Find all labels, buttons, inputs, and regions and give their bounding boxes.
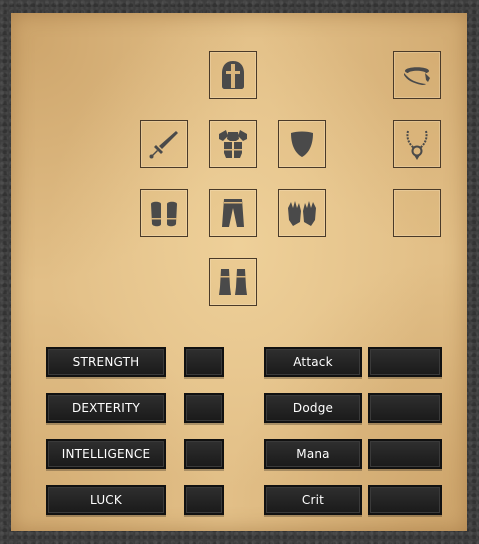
dexterity-label: DEXTERITY — [46, 393, 166, 423]
attack-value — [368, 347, 442, 377]
amulet-icon — [406, 130, 428, 160]
boots-icon — [219, 269, 247, 295]
chest-armor-icon — [219, 130, 247, 158]
helmet-icon — [222, 61, 244, 89]
crit-value — [368, 485, 442, 515]
empty-slot[interactable] — [393, 189, 441, 237]
gloves-slot[interactable] — [278, 189, 326, 237]
strength-value — [184, 347, 224, 377]
armor-slot[interactable] — [209, 120, 257, 168]
bracers-slot[interactable] — [140, 189, 188, 237]
pants-slot[interactable] — [209, 189, 257, 237]
dodge-value — [368, 393, 442, 423]
mana-label: Mana — [264, 439, 362, 469]
mana-value — [368, 439, 442, 469]
shield-icon — [291, 131, 313, 157]
crit-label: Crit — [264, 485, 362, 515]
bracers-icon — [151, 201, 177, 227]
helmet-slot[interactable] — [209, 51, 257, 99]
attack-label: Attack — [264, 347, 362, 377]
strength-label: STRENGTH — [46, 347, 166, 377]
necklace-slot[interactable] — [393, 120, 441, 168]
ring-slot[interactable] — [393, 51, 441, 99]
weapon-slot[interactable] — [140, 120, 188, 168]
pants-icon — [222, 199, 244, 227]
dodge-label: Dodge — [264, 393, 362, 423]
luck-label: LUCK — [46, 485, 166, 515]
dexterity-value — [184, 393, 224, 423]
luck-value — [184, 485, 224, 515]
shield-slot[interactable] — [278, 120, 326, 168]
ring-icon — [404, 67, 430, 85]
sword-icon — [149, 131, 178, 159]
boots-slot[interactable] — [209, 258, 257, 306]
gloves-icon — [288, 201, 316, 226]
intelligence-label: INTELLIGENCE — [46, 439, 166, 469]
intelligence-value — [184, 439, 224, 469]
